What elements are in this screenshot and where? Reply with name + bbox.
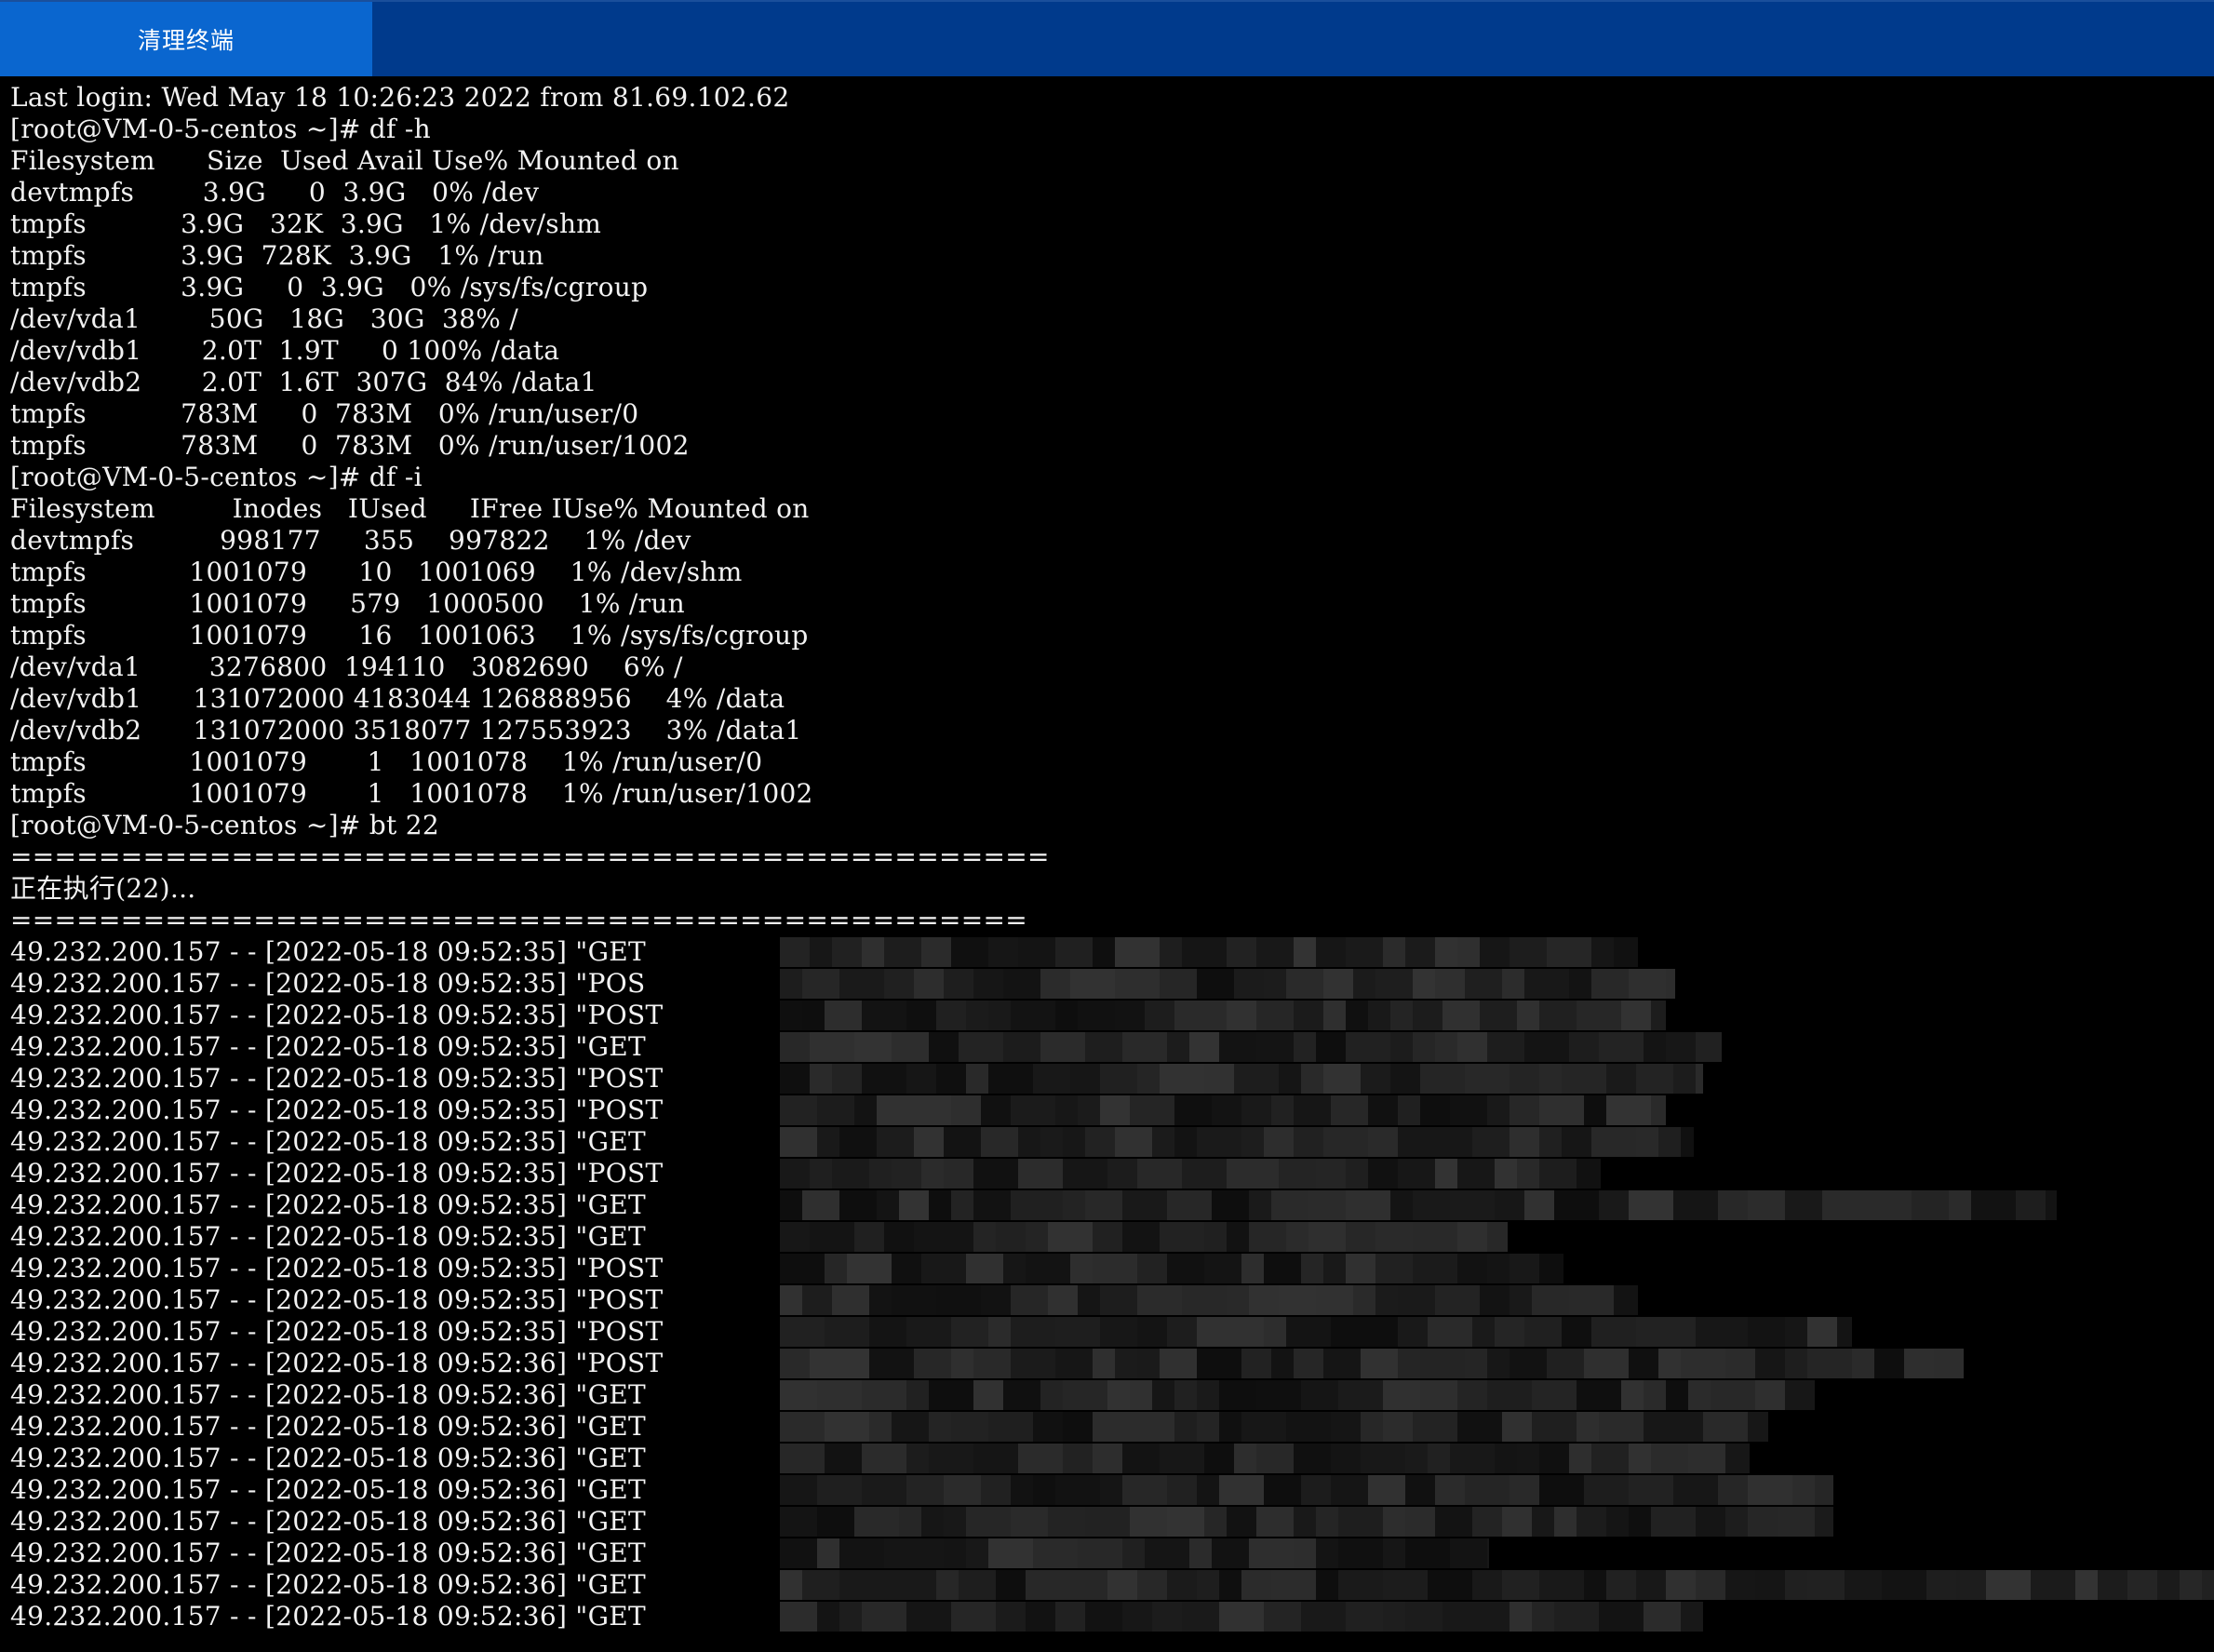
- terminal-line: ========================================…: [10, 905, 1028, 935]
- redacted-block: [780, 1475, 1833, 1505]
- terminal-line: [root@VM-0-5-centos ~]# df -h: [10, 114, 431, 144]
- redacted-block: [780, 969, 1675, 999]
- terminal-line: 正在执行(22)...: [10, 873, 196, 904]
- terminal-line: /dev/vda1 50G 18G 30G 38% /: [10, 303, 519, 334]
- terminal-line: tmpfs 1001079 1 1001078 1% /run/user/0: [10, 746, 763, 777]
- redacted-block: [780, 937, 1638, 967]
- redacted-block: [780, 1190, 2057, 1220]
- terminal-output[interactable]: Last login: Wed May 18 10:26:23 2022 fro…: [0, 76, 2214, 1652]
- redacted-block: [780, 1222, 1508, 1252]
- terminal-line: tmpfs 1001079 16 1001063 1% /sys/fs/cgro…: [10, 620, 809, 651]
- terminal-line: Filesystem Size Used Avail Use% Mounted …: [10, 145, 679, 176]
- terminal-line: /dev/vda1 3276800 194110 3082690 6% /: [10, 651, 683, 682]
- redacted-block: [780, 1349, 1964, 1378]
- terminal-line: tmpfs 1001079 579 1000500 1% /run: [10, 588, 686, 619]
- terminal-line: devtmpfs 3.9G 0 3.9G 0% /dev: [10, 177, 540, 208]
- clear-terminal-button[interactable]: 清理终端: [0, 2, 372, 76]
- redacted-block: [780, 1254, 1563, 1283]
- terminal-line: /dev/vdb1 131072000 4183044 126888956 4%…: [10, 683, 785, 714]
- redacted-block: [780, 1538, 1489, 1568]
- redacted-block: [780, 1032, 1722, 1062]
- redacted-block: [780, 1412, 1768, 1442]
- terminal-line: tmpfs 1001079 1 1001078 1% /run/user/100…: [10, 778, 813, 809]
- terminal-line: /dev/vdb2 131072000 3518077 127553923 3%…: [10, 715, 802, 745]
- terminal-line: /dev/vdb1 2.0T 1.9T 0 100% /data: [10, 335, 560, 366]
- redacted-block: [780, 1064, 1703, 1094]
- terminal-line: devtmpfs 998177 355 997822 1% /dev: [10, 525, 691, 556]
- terminal-line: tmpfs 3.9G 32K 3.9G 1% /dev/shm: [10, 208, 602, 239]
- redacted-block: [780, 1285, 1638, 1315]
- redacted-block: [780, 1380, 1815, 1410]
- redacted-block: [780, 1507, 1833, 1537]
- terminal-line: Filesystem Inodes IUsed IFree IUse% Moun…: [10, 493, 810, 524]
- terminal-line: [root@VM-0-5-centos ~]# df -i: [10, 462, 423, 492]
- redacted-block: [780, 1159, 1601, 1189]
- terminal-line: tmpfs 783M 0 783M 0% /run/user/0: [10, 398, 639, 429]
- terminal-line: ========================================…: [10, 841, 1050, 872]
- redacted-block: [780, 1095, 1666, 1125]
- redacted-block: [780, 1127, 1694, 1157]
- redacted-block: [780, 1001, 1666, 1030]
- redacted-block: [780, 1444, 1750, 1473]
- terminal-toolbar: 清理终端: [0, 0, 2214, 76]
- terminal-line: tmpfs 1001079 10 1001069 1% /dev/shm: [10, 557, 743, 587]
- terminal-line: tmpfs 783M 0 783M 0% /run/user/1002: [10, 430, 690, 461]
- terminal-line: Last login: Wed May 18 10:26:23 2022 fro…: [10, 82, 790, 113]
- redacted-block: [780, 1317, 1852, 1347]
- terminal-line: tmpfs 3.9G 0 3.9G 0% /sys/fs/cgroup: [10, 272, 649, 302]
- terminal-line: tmpfs 3.9G 728K 3.9G 1% /run: [10, 240, 544, 271]
- redacted-block: [780, 1602, 1703, 1632]
- terminal-line: /dev/vdb2 2.0T 1.6T 307G 84% /data1: [10, 367, 597, 397]
- redacted-block: [780, 1570, 2214, 1600]
- terminal-line: [root@VM-0-5-centos ~]# bt 22: [10, 810, 439, 840]
